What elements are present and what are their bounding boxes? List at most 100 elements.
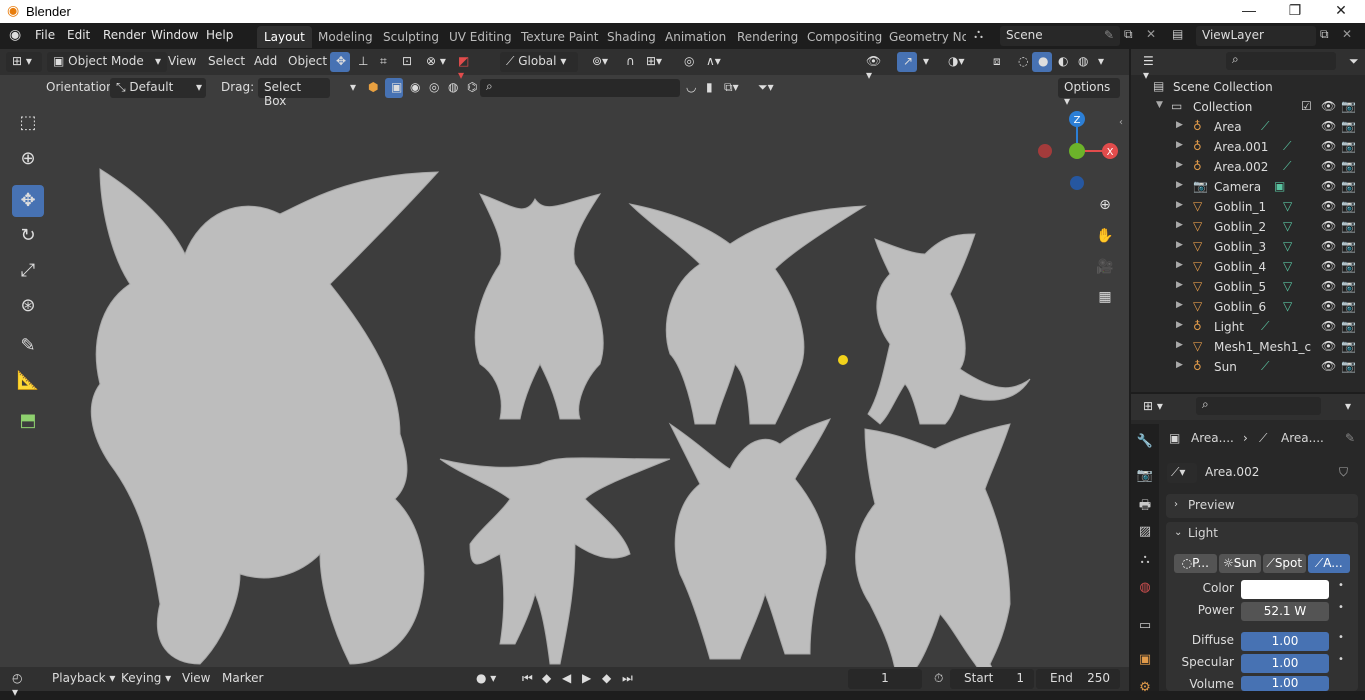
outliner-item[interactable]: ▶ ▽ Goblin_1 ▽ 👁 📷 [1131,197,1365,217]
eye-icon[interactable]: 👁 [1321,259,1336,273]
world-tab-icon[interactable]: ◍ [1135,580,1155,600]
pivot-point-icon[interactable]: ⊚▾ [586,52,614,72]
light-data-icon[interactable]: ⟋ [1283,139,1291,154]
power-field[interactable]: 52.1 W [1241,602,1329,621]
light-type-sun[interactable]: ☼Sun [1218,554,1261,573]
proportional-icon[interactable]: ◩ ▾ [452,52,482,82]
editor-type-icon[interactable]: ⊞ ▾ [6,52,42,72]
falloff-icon[interactable]: ∧▾ [700,52,726,72]
tab-layout[interactable]: Layout [257,26,312,48]
play-icon[interactable]: ▶ [576,669,594,689]
material-shading-icon[interactable]: ◐ [1052,52,1072,72]
restore-button[interactable]: ❐ [1281,2,1309,19]
tab-shading[interactable]: Shading [600,26,663,48]
pan-hand-icon[interactable]: ✋ [1093,224,1117,248]
minimize-button[interactable]: — [1235,2,1263,18]
output-tab-icon[interactable]: 🖶 [1135,496,1155,516]
gizmo-dropdown-icon[interactable]: ▾ [917,52,935,72]
tab-animation[interactable]: Animation [658,26,733,48]
chevron-down-icon[interactable]: ▾ [344,78,360,98]
scale-tool-icon[interactable]: ⤢ [12,255,44,287]
mesh-data-icon[interactable]: ▽ [1283,239,1292,253]
tool-tab-icon[interactable]: 🔧 [1135,434,1155,454]
select-new-icon[interactable]: ▣ [385,78,403,98]
render-camera-icon[interactable]: 📷 [1341,119,1356,133]
transform-tool-icon[interactable]: ⊛ [12,290,44,322]
eye-icon[interactable]: 👁 [1321,159,1336,173]
expand-arrow-icon[interactable]: ▶ [1176,220,1183,230]
expand-arrow-icon[interactable]: ▶ [1176,360,1183,370]
keyframe-dot-icon[interactable]: • [1338,632,1344,643]
eye-icon[interactable]: 👁 [1321,219,1336,233]
select-invert-icon[interactable]: ◍ [442,78,460,98]
expand-arrow-icon[interactable]: ▶ [1176,260,1183,270]
render-camera-icon[interactable]: 📷 [1341,239,1356,253]
mesh-data-icon[interactable]: ▽ [1283,279,1292,293]
shading-dropdown-icon[interactable]: ▾ [1092,52,1110,72]
eye-icon[interactable]: 👁 [1321,199,1336,213]
render-camera-icon[interactable]: 📷 [1341,159,1356,173]
light-data-icon[interactable]: ⟋▾ [1167,463,1197,483]
outliner-item[interactable]: ▶ ▽ Goblin_3 ▽ 👁 📷 [1131,237,1365,257]
measure-tool-icon[interactable]: 📐 [12,365,44,397]
collection-tab-icon[interactable]: ▭ [1135,618,1155,638]
add-menu[interactable]: Add [248,52,283,72]
new-scene-icon[interactable]: ⧉ [1124,27,1133,42]
timeline-editor-icon[interactable]: ◴ ▾ [6,669,38,699]
jump-start-icon[interactable]: ⏮ [516,669,534,689]
jump-end-icon[interactable]: ⏭ [616,669,634,689]
select-extend-icon[interactable]: ◉ [404,78,422,98]
scene-tab-icon[interactable]: ⛬ [1135,552,1155,572]
specular-field[interactable]: 1.00 [1241,654,1329,673]
object-menu[interactable]: Object [282,52,333,72]
current-frame-field[interactable]: 1 [848,669,922,689]
move-gizmo-icon[interactable]: ✥ [330,52,350,72]
visibility-icon[interactable]: 👁▾ [860,52,890,82]
eye-icon[interactable]: 👁 [1321,339,1336,353]
options-dropdown[interactable]: Options ▾ [1058,78,1120,108]
render-camera-icon[interactable]: 📷 [1341,139,1356,153]
mesh-data-icon[interactable]: ▽ [1283,259,1292,273]
light-data-icon[interactable]: ⟋ [1261,119,1269,134]
playback-menu[interactable]: Playback ▾ [46,669,121,689]
gizmo-toggle-icon[interactable]: ↗ [897,52,917,72]
menu-help[interactable]: Help [206,28,233,42]
object-tab-icon[interactable]: ▣ [1135,652,1155,672]
remove-view-layer-icon[interactable]: ✕ [1342,27,1352,41]
proportional-edit-icon[interactable]: ◎ [678,52,698,72]
keyframe-dot-icon[interactable]: • [1338,602,1344,613]
render-camera-icon[interactable]: 📷 [1341,359,1356,373]
menu-window[interactable]: Window [151,28,198,42]
remove-scene-icon[interactable]: ✕ [1146,27,1156,41]
pin-icon[interactable]: ✎ [1104,28,1114,42]
select-subtract-icon[interactable]: ◎ [423,78,441,98]
color-palette-icon[interactable]: ⬢ [362,78,380,98]
render-camera-icon[interactable]: 📷 [1341,319,1356,333]
outliner-item[interactable]: ▶ ▽ Goblin_2 ▽ 👁 📷 [1131,217,1365,237]
eye-icon[interactable]: 👁 [1321,239,1336,253]
record-icon[interactable]: ● ▾ [470,669,504,689]
snap-target-icon[interactable]: ⊞▾ [640,52,670,72]
tab-modeling[interactable]: Modeling [311,26,380,48]
expand-arrow-icon[interactable]: ▶ [1176,120,1183,130]
eye-icon[interactable]: 👁 [1321,359,1336,373]
scene-selector[interactable]: Scene ✎ [1000,26,1120,46]
rotate-tool-icon[interactable]: ↻ [12,220,44,252]
render-tab-icon[interactable]: 📷 [1135,468,1155,488]
keying-menu[interactable]: Keying ▾ [115,669,177,689]
expand-arrow-icon[interactable]: ▶ [1176,160,1183,170]
expand-arrow-icon[interactable]: ▼ [1156,100,1163,110]
3d-viewport[interactable]: ⊞ ▾ ▣ Object Mode ▾ View Select Add Obje… [0,49,1129,667]
snap-grid-icon[interactable]: ⊡ [396,52,416,72]
outliner-item[interactable]: ▶ ♁ Sun ⟋ 👁 📷 [1131,357,1365,377]
mesh-data-icon[interactable]: ▽ [1283,299,1292,313]
end-frame-field[interactable]: End 250 [1036,669,1120,689]
view-layer-selector[interactable]: ViewLayer [1196,26,1316,46]
tab-sculpting[interactable]: Sculpting [376,26,446,48]
annotate-tool-icon[interactable]: ✎ [12,330,44,362]
preview-panel[interactable]: › Preview [1166,494,1358,518]
viewport-search-field[interactable]: ⌕ [480,79,680,97]
expand-arrow-icon[interactable]: ▶ [1176,320,1183,330]
start-frame-field[interactable]: Start 1 [950,669,1034,689]
eye-icon[interactable]: 👁 [1321,279,1336,293]
